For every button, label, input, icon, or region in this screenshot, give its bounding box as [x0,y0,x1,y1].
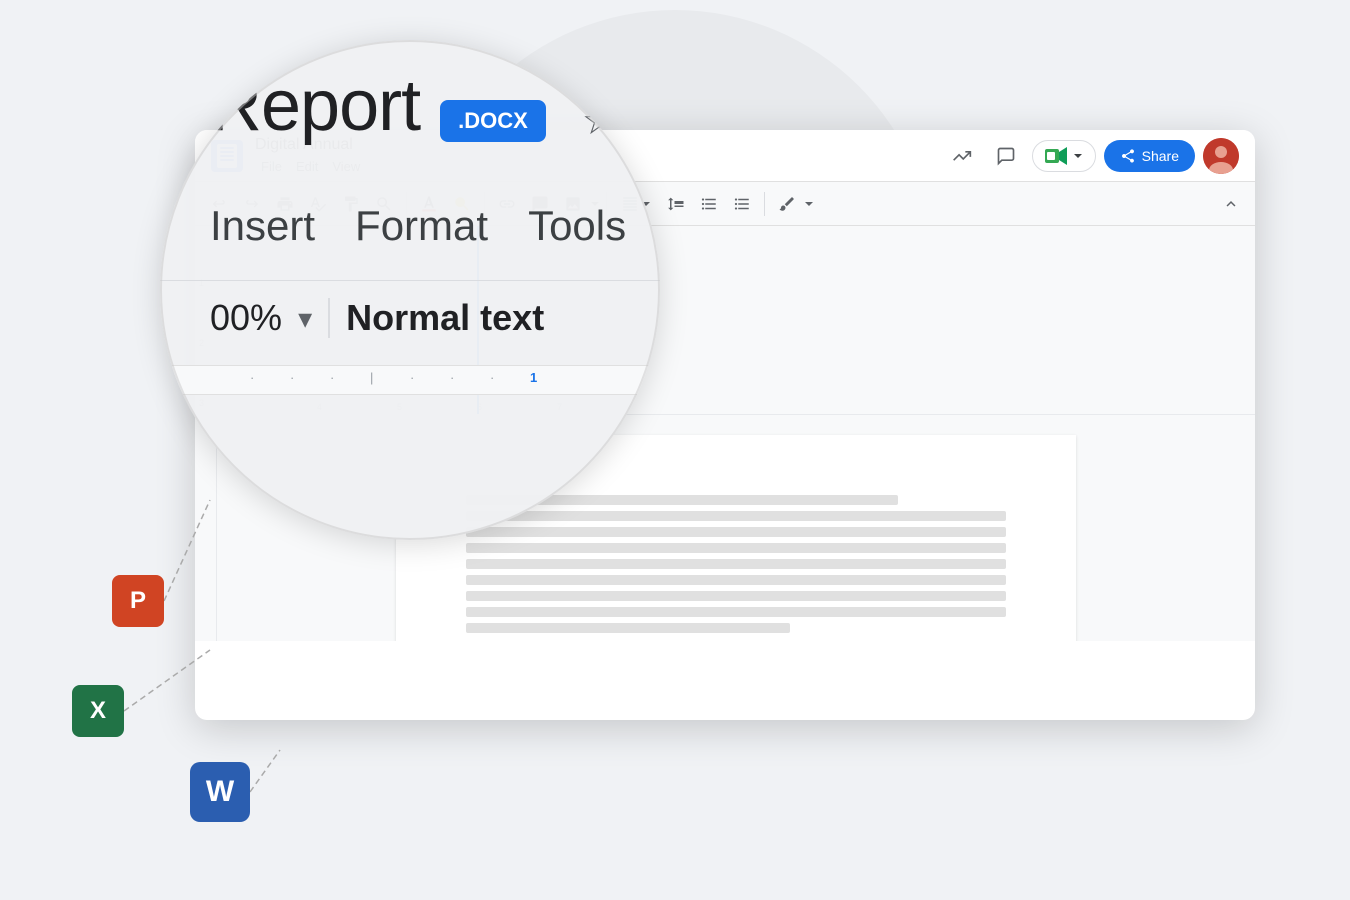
zoom-percent: 00% [210,297,282,339]
share-label: Share [1142,148,1179,164]
powerpoint-icon: P [112,575,164,627]
magnified-toolbar: 00% ▾ Normal text [160,281,660,355]
menu-insert-magnified[interactable]: Insert [210,202,315,250]
format-dropdown[interactable] [804,195,814,213]
magnifier-overlay: Report .DOCX ☆ Insert Format Tools 00% ▾… [160,40,660,540]
zoom-arrow[interactable]: ▾ [298,302,312,335]
share-button[interactable]: Share [1104,140,1195,172]
magnified-doc-title: Report [210,70,420,142]
docx-badge: .DOCX [440,100,546,142]
magnified-menu: Insert Format Tools [160,202,660,250]
paint-highlight-button[interactable] [771,188,803,220]
list-button[interactable] [693,188,725,220]
magnified-ruler: · · · | · · · 1 [160,365,660,395]
user-avatar[interactable] [1203,138,1239,174]
line-spacing-button[interactable] [660,188,692,220]
normal-text-label[interactable]: Normal text [346,297,544,339]
trending-icon-btn[interactable] [944,138,980,174]
collapse-toolbar-button[interactable] [1215,188,1247,220]
meet-button[interactable] [1032,140,1096,172]
bullet-list-button[interactable] [726,188,758,220]
excel-icon: X [72,685,124,737]
header-actions: Share [944,138,1239,174]
ruler-mark-1: 1 [530,370,537,385]
menu-format-magnified[interactable]: Format [355,202,488,250]
chat-icon-btn[interactable] [988,138,1024,174]
word-icon: W [190,762,250,822]
menu-tools-magnified[interactable]: Tools [528,202,626,250]
